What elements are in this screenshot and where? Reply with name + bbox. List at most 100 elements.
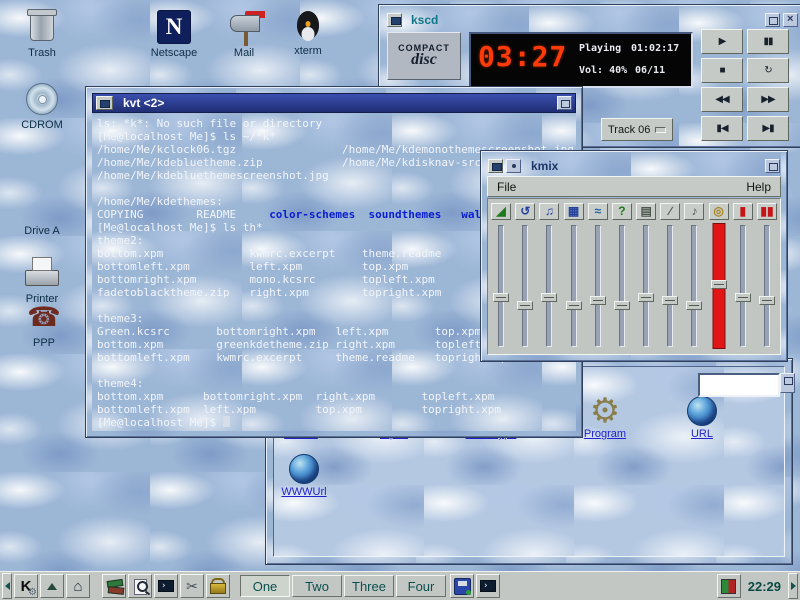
kscd-stop-button[interactable]: ■	[701, 58, 743, 83]
mixer-bass-icon[interactable]: ↺	[515, 203, 535, 220]
mixer-channel-pcm: ≈	[586, 201, 610, 352]
mixer-pencil-icon[interactable]: ∕	[660, 203, 680, 220]
window-list-button[interactable]	[40, 574, 64, 598]
desktop-icon-ppp[interactable]: PPP	[12, 298, 76, 349]
mixer-bass-slider[interactable]	[513, 223, 537, 351]
mixer-speaker-slider[interactable]	[610, 223, 634, 351]
kscd-pause-button[interactable]: ▮▮	[747, 29, 789, 54]
k-menu-button[interactable]: K ⚙	[14, 574, 38, 598]
mixer-pencil-slider[interactable]	[658, 223, 682, 351]
mixer-rec2-slider[interactable]	[755, 223, 779, 351]
mixer-rec2-icon[interactable]: ▮▮	[757, 203, 777, 220]
kvt-launcher-button[interactable]: ›	[154, 574, 178, 598]
kmix-system-menu-icon[interactable]	[488, 159, 503, 173]
kscd-fast-forward-button[interactable]: ▶▶	[747, 87, 789, 112]
kscd-rewind-button[interactable]: ◀◀	[701, 87, 743, 112]
mixer-mic-slider[interactable]	[682, 223, 706, 351]
kfm-corner-button[interactable]	[780, 373, 795, 393]
archiver-button[interactable]	[450, 574, 474, 598]
lock-screen-button[interactable]	[206, 574, 230, 598]
tray-applet[interactable]	[717, 574, 741, 598]
desktop-icon-drive-a[interactable]: Drive A	[10, 186, 74, 237]
kscd-loop-button[interactable]: ↻	[747, 58, 789, 83]
mixer-volume-icon[interactable]: ◢	[491, 203, 511, 220]
mixer-volume-slider[interactable]	[489, 223, 513, 351]
slider-handle[interactable]	[590, 296, 606, 305]
kfm-item-wwwurl[interactable]: WWWUrl	[269, 452, 339, 498]
kscd-titlebar[interactable]: kscd	[385, 10, 800, 30]
mixer-mic-icon[interactable]: ♪	[684, 203, 704, 220]
workspace-button-three[interactable]: Three	[344, 575, 394, 597]
kvt-system-menu-icon[interactable]	[96, 96, 113, 110]
mixer-line-slider[interactable]	[634, 223, 658, 351]
mixer-pcm-slider[interactable]	[586, 223, 610, 351]
kmix-titlebar[interactable]: kmix	[487, 157, 781, 175]
mixer-synth-slider[interactable]	[562, 223, 586, 351]
mixer-line-icon[interactable]: ▤	[636, 203, 656, 220]
menu-file[interactable]: File	[488, 180, 525, 194]
slider-handle[interactable]	[614, 301, 630, 310]
desktop-icon-netscape[interactable]: Netscape	[142, 8, 206, 59]
kvt-task-button[interactable]: ›	[476, 574, 500, 598]
slider-handle[interactable]	[493, 293, 509, 302]
slider-handle[interactable]	[759, 296, 775, 305]
kscd-next-track-button[interactable]: ▶▮	[747, 116, 789, 141]
kscd-previous-track-button[interactable]: ▮◀	[701, 116, 743, 141]
home-button[interactable]: ⌂	[66, 574, 90, 598]
mixer-treble-slider[interactable]	[537, 223, 561, 351]
kscd-play-button[interactable]: ▶	[701, 29, 743, 54]
slider-handle[interactable]	[662, 296, 678, 305]
scissors-icon: ✂	[186, 578, 198, 595]
menu-help[interactable]: Help	[737, 180, 780, 194]
kfm-item-url[interactable]: URL	[667, 394, 737, 440]
kscd-system-menu-icon[interactable]	[387, 13, 402, 27]
kmix-window[interactable]: kmix File Help ◢↺♫▦≈?▤∕♪◎▮▮▮	[480, 150, 788, 362]
workspace-button-four[interactable]: Four	[396, 575, 446, 597]
terminal-line: [Me@localhost Me]$ ls ~/*k*	[97, 130, 571, 143]
slider-track	[740, 225, 746, 347]
kvt-maximize-button[interactable]	[557, 96, 572, 110]
terminal-text: theme3:	[97, 312, 143, 325]
terminal-text: bottom.xpm greenkdetheme.zip right.xpm t…	[97, 338, 508, 351]
gear-icon: ⚙	[28, 587, 37, 598]
mixer-treble-icon[interactable]: ♫	[539, 203, 559, 220]
slider-handle[interactable]	[735, 293, 751, 302]
kfm-text-field[interactable]	[698, 373, 780, 397]
slider-handle[interactable]	[686, 301, 702, 310]
kvt-titlebar[interactable]: kvt <2>	[92, 93, 576, 113]
slider-handle[interactable]	[711, 280, 727, 289]
terminal-text: [Me@localhost Me]$ ls th*	[97, 221, 263, 234]
workspace-switcher: OneTwoThreeFour	[240, 575, 448, 597]
khelp-button[interactable]	[102, 574, 126, 598]
panel-hide-left-button[interactable]	[2, 573, 12, 599]
mixer-cd-icon[interactable]: ◎	[709, 203, 729, 220]
home-icon: ⌂	[73, 578, 82, 595]
kscd-maximize-button[interactable]	[765, 13, 780, 27]
kmix-sticky-button[interactable]	[506, 159, 521, 173]
slider-handle[interactable]	[517, 301, 533, 310]
workspace-button-two[interactable]: Two	[292, 575, 342, 597]
mixer-pcm-icon[interactable]: ≈	[588, 203, 608, 220]
slider-handle[interactable]	[638, 293, 654, 302]
slider-handle[interactable]	[541, 293, 557, 302]
kscd-close-button[interactable]	[783, 13, 798, 27]
mixer-speaker-icon[interactable]: ?	[612, 203, 632, 220]
mixer-rec1-icon[interactable]: ▮	[733, 203, 753, 220]
panel-hide-right-button[interactable]	[788, 573, 798, 599]
kfind-button[interactable]	[128, 574, 152, 598]
mixer-rec1-slider[interactable]	[731, 223, 755, 351]
workspace-button-one[interactable]: One	[240, 575, 290, 597]
terminal-text: bottomleft.xpm kwmrc.excerpt theme.readm…	[97, 351, 514, 364]
desktop-icon-cdrom[interactable]: CDROM	[10, 80, 74, 131]
track-selector-label: Track 06	[608, 124, 650, 136]
mixer-channel-synth: ▦	[562, 201, 586, 352]
slider-handle[interactable]	[566, 301, 582, 310]
mixer-synth-icon[interactable]: ▦	[564, 203, 584, 220]
desktop-icon-xterm[interactable]: xterm	[276, 6, 340, 57]
mixer-cd-slider[interactable]	[707, 223, 731, 351]
desktop-icon-trash[interactable]: Trash	[10, 8, 74, 59]
cut-tool-button[interactable]: ✂	[180, 574, 204, 598]
track-selector[interactable]: Track 06	[601, 118, 673, 141]
desktop-icon-mail[interactable]: Mail	[212, 8, 276, 59]
kmix-maximize-button[interactable]	[765, 159, 780, 173]
